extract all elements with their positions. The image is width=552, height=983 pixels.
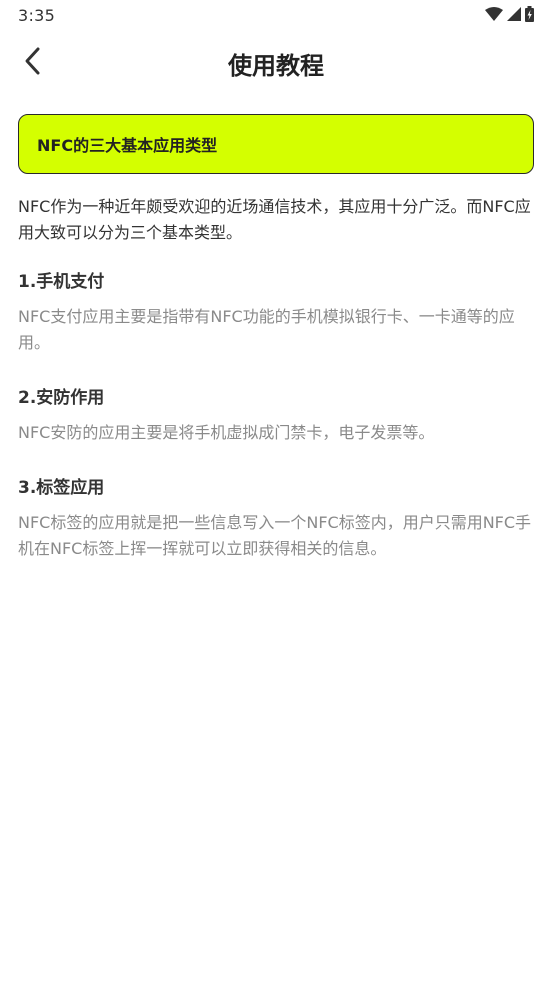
item-heading: 3.标签应用 bbox=[18, 478, 105, 498]
item-heading: 2.安防作用 bbox=[18, 388, 105, 408]
item-body: NFC标签的应用就是把一些信息写入一个NFC标签内，用户只需用NFC手机在NFC… bbox=[18, 513, 532, 558]
battery-icon bbox=[525, 6, 534, 22]
tutorial-content: NFC的三大基本应用类型 NFC作为一种近年颇受欢迎的近场通信技术，其应用十分广… bbox=[18, 114, 534, 562]
app-bar: 使用教程 bbox=[0, 36, 552, 90]
signal-icon bbox=[507, 7, 521, 21]
item-body: NFC支付应用主要是指带有NFC功能的手机模拟银行卡、一卡通等的应用。 bbox=[18, 307, 515, 352]
page-title: 使用教程 bbox=[228, 52, 324, 80]
status-time: 3:35 bbox=[18, 6, 56, 25]
item-heading: 1.手机支付 bbox=[18, 272, 105, 292]
list-item: 1.手机支付 NFC支付应用主要是指带有NFC功能的手机模拟银行卡、一卡通等的应… bbox=[18, 270, 534, 356]
item-body: NFC安防的应用主要是将手机虚拟成门禁卡，电子发票等。 bbox=[18, 423, 435, 442]
wifi-icon bbox=[485, 7, 503, 21]
status-icons bbox=[485, 6, 534, 22]
intro-paragraph: NFC作为一种近年颇受欢迎的近场通信技术，其应用十分广泛。而NFC应用大致可以分… bbox=[18, 197, 531, 242]
list-item: 3.标签应用 NFC标签的应用就是把一些信息写入一个NFC标签内，用户只需用NF… bbox=[18, 476, 534, 562]
list-item: 2.安防作用 NFC安防的应用主要是将手机虚拟成门禁卡，电子发票等。 bbox=[18, 386, 534, 446]
section-banner: NFC的三大基本应用类型 bbox=[18, 114, 534, 174]
status-bar: 3:35 bbox=[0, 0, 552, 30]
